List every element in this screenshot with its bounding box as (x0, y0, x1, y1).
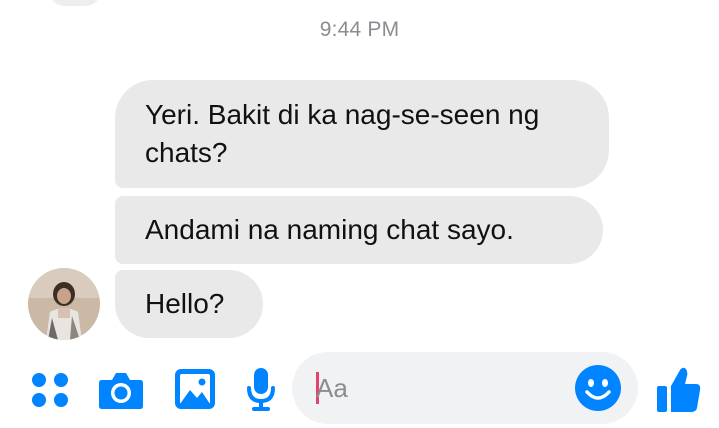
message-composer[interactable] (292, 352, 638, 424)
camera-icon[interactable] (98, 370, 144, 410)
message-bubble[interactable]: Andami na naming chat sayo. (115, 196, 603, 264)
like-icon[interactable] (656, 366, 702, 414)
messenger-chat-screen: 9:44 PM Yeri. Bakit di ka nag-se-seen ng… (0, 0, 719, 428)
message-bubble[interactable]: Hello? (115, 270, 263, 338)
contact-avatar[interactable] (28, 268, 100, 340)
message-bubble[interactable]: Yeri. Bakit di ka nag-se-seen ng chats? (115, 80, 609, 188)
avatar-photo (28, 268, 100, 340)
gallery-icon[interactable] (174, 368, 216, 410)
message-input[interactable] (316, 370, 556, 406)
more-apps-icon[interactable] (30, 370, 70, 410)
message-text: Hello? (145, 288, 225, 319)
message-text: Yeri. Bakit di ka nag-se-seen ng chats? (145, 99, 540, 168)
emoji-icon[interactable] (574, 364, 622, 412)
message-text: Andami na naming chat sayo. (145, 214, 514, 245)
previous-message-edge (50, 0, 100, 6)
microphone-icon[interactable] (246, 366, 276, 412)
message-timestamp: 9:44 PM (319, 18, 400, 41)
